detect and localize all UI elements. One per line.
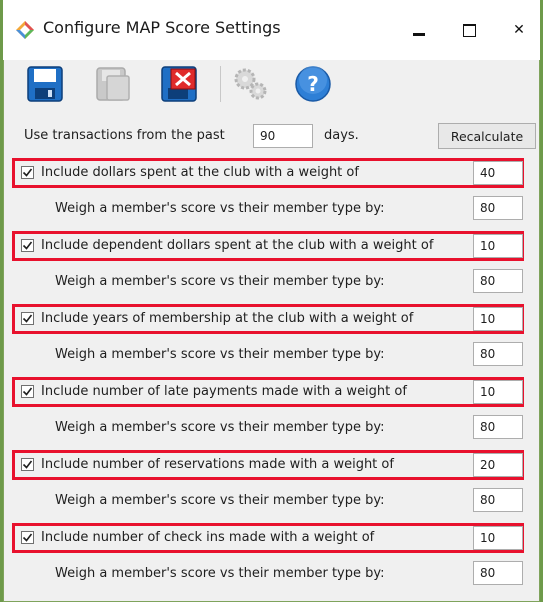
member-type-weight-label: Weigh a member's score vs their member t… [55,201,385,216]
toolbar: ? [3,60,540,118]
criterion-checkbox[interactable] [21,458,34,471]
transactions-prefix-label: Use transactions from the past [24,128,225,143]
toolbar-separator [220,66,221,102]
member-type-weight-input[interactable] [473,561,523,585]
app-icon [16,21,34,39]
minimize-button[interactable] [401,14,437,46]
member-type-weight-input[interactable] [473,196,523,220]
maximize-icon [462,23,476,37]
save-icon[interactable] [25,64,65,104]
transactions-row: Use transactions from the past days. Rec… [3,121,540,151]
close-icon: ✕ [513,22,525,38]
checkmark-icon [22,241,33,250]
gears-icon[interactable] [231,64,271,104]
criterion-label: Include dollars spent at the club with a… [41,165,359,180]
member-type-weight-input[interactable] [473,488,523,512]
window-title: Configure MAP Score Settings [43,18,281,37]
title-bar[interactable]: Configure MAP Score Settings ✕ [3,0,540,60]
criterion-weight-input[interactable] [473,453,523,477]
delete-icon[interactable] [159,64,199,104]
criterion-label: Include number of reservations made with… [41,457,394,472]
criterion-checkbox[interactable] [21,385,34,398]
settings-window: Configure MAP Score Settings ✕ ? Use tra… [3,0,540,602]
minimize-icon [413,32,425,36]
checkmark-icon [22,387,33,396]
criterion-label: Include years of membership at the club … [41,311,414,326]
recalculate-button[interactable]: Recalculate [438,123,536,149]
criterion-checkbox[interactable] [21,531,34,544]
criterion-label: Include dependent dollars spent at the c… [41,238,434,253]
criterion-weight-input[interactable] [473,380,523,404]
checkmark-icon [22,168,33,177]
help-icon[interactable]: ? [293,64,333,104]
checkmark-icon [22,314,33,323]
checkmark-icon [22,533,33,542]
maximize-button[interactable] [451,14,487,46]
transactions-suffix-label: days. [324,128,359,143]
member-type-weight-label: Weigh a member's score vs their member t… [55,347,385,362]
criterion-label: Include number of late payments made wit… [41,384,407,399]
member-type-weight-input[interactable] [473,269,523,293]
member-type-weight-label: Weigh a member's score vs their member t… [55,493,385,508]
member-type-weight-label: Weigh a member's score vs their member t… [55,566,385,581]
transaction-days-input[interactable] [253,124,313,148]
criterion-weight-input[interactable] [473,161,523,185]
criterion-checkbox[interactable] [21,166,34,179]
criterion-weight-input[interactable] [473,307,523,331]
svg-text:?: ? [307,72,319,96]
member-type-weight-label: Weigh a member's score vs their member t… [55,274,385,289]
member-type-weight-input[interactable] [473,342,523,366]
criterion-weight-input[interactable] [473,234,523,258]
save-copy-icon[interactable] [93,64,133,104]
criterion-checkbox[interactable] [21,312,34,325]
criterion-weight-input[interactable] [473,526,523,550]
checkmark-icon [22,460,33,469]
member-type-weight-input[interactable] [473,415,523,439]
criterion-checkbox[interactable] [21,239,34,252]
criterion-label: Include number of check ins made with a … [41,530,375,545]
close-button[interactable]: ✕ [501,14,537,46]
member-type-weight-label: Weigh a member's score vs their member t… [55,420,385,435]
